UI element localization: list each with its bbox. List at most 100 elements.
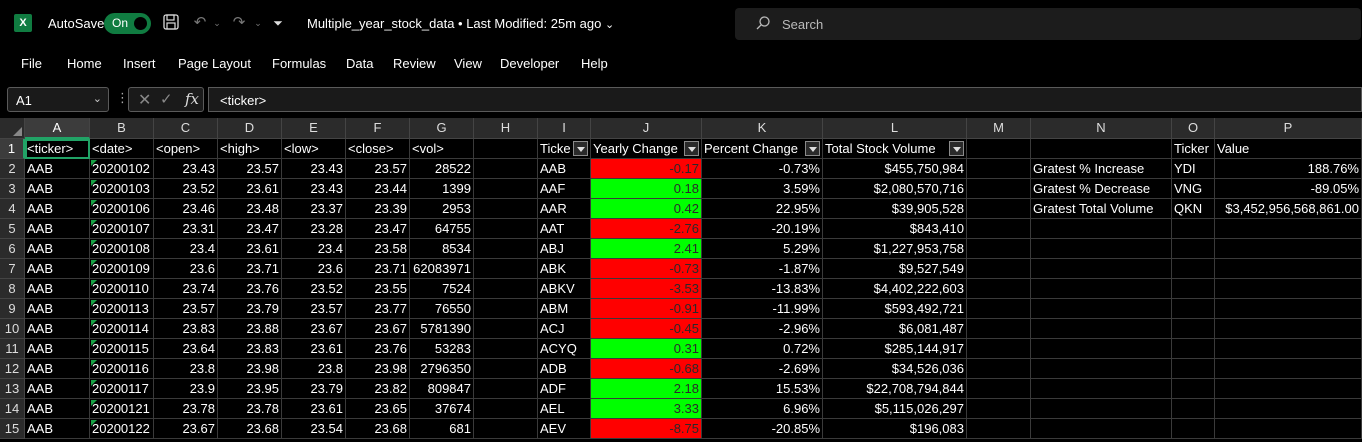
column-header-l[interactable]: L	[823, 118, 967, 139]
cell-o15[interactable]	[1172, 419, 1215, 439]
cell-k5[interactable]: -20.19%	[702, 219, 823, 239]
cell-f9[interactable]: 23.77	[346, 299, 410, 319]
cell-b6[interactable]: 20200108	[90, 239, 154, 259]
cell-i15[interactable]: AEV	[538, 419, 591, 439]
cell-l12[interactable]: $34,526,036	[823, 359, 967, 379]
cell-m10[interactable]	[967, 319, 1031, 339]
cell-c1[interactable]: <open>	[154, 139, 218, 159]
column-header-n[interactable]: N	[1031, 118, 1172, 139]
cell-g1[interactable]: <vol>	[410, 139, 474, 159]
cell-n4[interactable]: Gratest Total Volume	[1031, 199, 1172, 219]
cell-g10[interactable]: 5781390	[410, 319, 474, 339]
filter-dropdown-icon[interactable]	[684, 141, 699, 156]
cell-b8[interactable]: 20200110	[90, 279, 154, 299]
cell-o7[interactable]	[1172, 259, 1215, 279]
row-header-4[interactable]: 4	[0, 199, 25, 219]
filter-dropdown-icon[interactable]	[949, 141, 964, 156]
cell-f8[interactable]: 23.55	[346, 279, 410, 299]
cell-o2[interactable]: YDI	[1172, 159, 1215, 179]
cell-m3[interactable]	[967, 179, 1031, 199]
cell-j8[interactable]: -3.53	[591, 279, 702, 299]
cell-g9[interactable]: 76550	[410, 299, 474, 319]
cell-d13[interactable]: 23.95	[218, 379, 282, 399]
row-header-10[interactable]: 10	[0, 319, 25, 339]
cell-o10[interactable]	[1172, 319, 1215, 339]
cell-a6[interactable]: AAB	[25, 239, 90, 259]
cell-b4[interactable]: 20200106	[90, 199, 154, 219]
cell-d14[interactable]: 23.78	[218, 399, 282, 419]
cell-o14[interactable]	[1172, 399, 1215, 419]
cell-n1[interactable]	[1031, 139, 1172, 159]
cell-j15[interactable]: -8.75	[591, 419, 702, 439]
row-header-15[interactable]: 15	[0, 419, 25, 439]
column-header-p[interactable]: P	[1215, 118, 1362, 139]
cell-l14[interactable]: $5,115,026,297	[823, 399, 967, 419]
cell-d9[interactable]: 23.79	[218, 299, 282, 319]
cell-j12[interactable]: -0.68	[591, 359, 702, 379]
cell-b14[interactable]: 20200121	[90, 399, 154, 419]
cell-o11[interactable]	[1172, 339, 1215, 359]
cell-f14[interactable]: 23.65	[346, 399, 410, 419]
autosave-toggle[interactable]: On	[104, 13, 151, 34]
cell-n10[interactable]	[1031, 319, 1172, 339]
spreadsheet-grid[interactable]: A B C D E F G H I J K L M N O P 1 2 3 4 5 6 7 8 9 10 11 12 13 14 15 <ti…	[0, 118, 1362, 442]
cell-n11[interactable]	[1031, 339, 1172, 359]
cell-i2[interactable]: AAB	[538, 159, 591, 179]
cell-l11[interactable]: $285,144,917	[823, 339, 967, 359]
cell-i11[interactable]: ACYQ	[538, 339, 591, 359]
cell-g11[interactable]: 53283	[410, 339, 474, 359]
tab-file[interactable]: File	[21, 56, 42, 71]
cell-e10[interactable]: 23.67	[282, 319, 346, 339]
row-header-11[interactable]: 11	[0, 339, 25, 359]
cell-p3[interactable]: -89.05%	[1215, 179, 1362, 199]
cell-i14[interactable]: AEL	[538, 399, 591, 419]
save-icon[interactable]	[161, 13, 181, 33]
cell-c8[interactable]: 23.74	[154, 279, 218, 299]
cell-f6[interactable]: 23.58	[346, 239, 410, 259]
tab-home[interactable]: Home	[67, 56, 102, 71]
cell-l1[interactable]: Total Stock Volume	[823, 139, 967, 159]
cell-n2[interactable]: Gratest % Increase	[1031, 159, 1172, 179]
cell-a14[interactable]: AAB	[25, 399, 90, 419]
column-header-h[interactable]: H	[474, 118, 538, 139]
cell-a3[interactable]: AAB	[25, 179, 90, 199]
cell-c10[interactable]: 23.83	[154, 319, 218, 339]
cell-e12[interactable]: 23.8	[282, 359, 346, 379]
column-header-e[interactable]: E	[282, 118, 346, 139]
cell-n5[interactable]	[1031, 219, 1172, 239]
cell-p8[interactable]	[1215, 279, 1362, 299]
cell-f5[interactable]: 23.47	[346, 219, 410, 239]
cell-f7[interactable]: 23.71	[346, 259, 410, 279]
cell-c14[interactable]: 23.78	[154, 399, 218, 419]
row-header-5[interactable]: 5	[0, 219, 25, 239]
cell-d8[interactable]: 23.76	[218, 279, 282, 299]
cell-f15[interactable]: 23.68	[346, 419, 410, 439]
cell-m14[interactable]	[967, 399, 1031, 419]
cell-c3[interactable]: 23.52	[154, 179, 218, 199]
cell-h1[interactable]	[474, 139, 538, 159]
cell-m7[interactable]	[967, 259, 1031, 279]
cell-j7[interactable]: -0.73	[591, 259, 702, 279]
filter-dropdown-icon[interactable]	[805, 141, 820, 156]
document-title[interactable]: Multiple_year_stock_data • Last Modified…	[307, 16, 614, 31]
column-header-f[interactable]: F	[346, 118, 410, 139]
cell-b3[interactable]: 20200103	[90, 179, 154, 199]
cell-b11[interactable]: 20200115	[90, 339, 154, 359]
cell-l13[interactable]: $22,708,794,844	[823, 379, 967, 399]
cell-i5[interactable]: AAT	[538, 219, 591, 239]
cell-c13[interactable]: 23.9	[154, 379, 218, 399]
cell-j2[interactable]: -0.17	[591, 159, 702, 179]
cell-n3[interactable]: Gratest % Decrease	[1031, 179, 1172, 199]
cell-e11[interactable]: 23.61	[282, 339, 346, 359]
cell-a4[interactable]: AAB	[25, 199, 90, 219]
cell-k9[interactable]: -11.99%	[702, 299, 823, 319]
column-header-j[interactable]: J	[591, 118, 702, 139]
cell-b15[interactable]: 20200122	[90, 419, 154, 439]
formula-input[interactable]: <ticker>	[208, 87, 1362, 112]
cell-l6[interactable]: $1,227,953,758	[823, 239, 967, 259]
cell-m13[interactable]	[967, 379, 1031, 399]
cell-e9[interactable]: 23.57	[282, 299, 346, 319]
cell-h3[interactable]	[474, 179, 538, 199]
cell-c6[interactable]: 23.4	[154, 239, 218, 259]
cell-h12[interactable]	[474, 359, 538, 379]
